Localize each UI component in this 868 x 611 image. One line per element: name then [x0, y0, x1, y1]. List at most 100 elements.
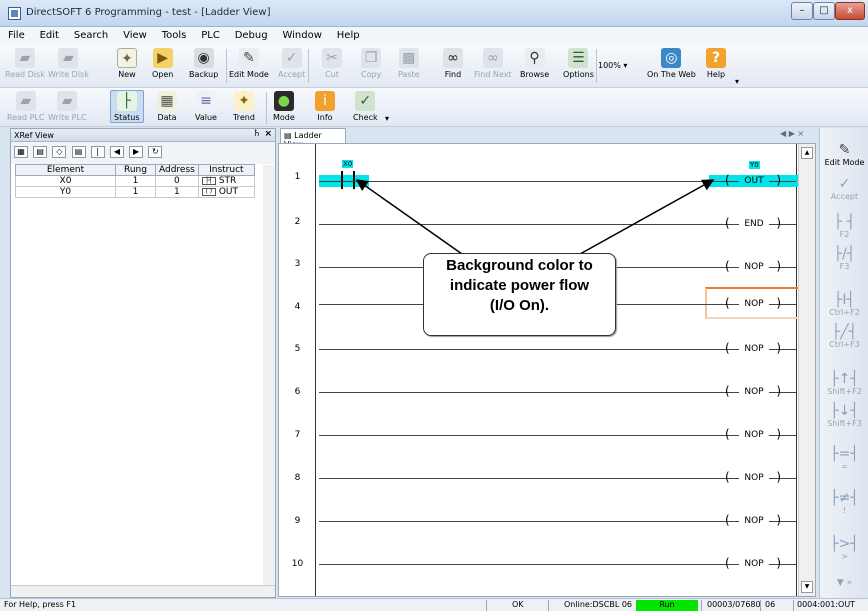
- ladder-vertical-scrollbar[interactable]: ▲ ▼: [798, 144, 815, 596]
- refresh-icon[interactable]: ↻: [148, 146, 163, 158]
- address-cell: 1: [155, 186, 199, 198]
- menu-window[interactable]: Window: [276, 27, 327, 41]
- mode-button[interactable]: ● Mode: [273, 91, 295, 122]
- check-button[interactable]: ✓ Check: [353, 91, 378, 122]
- paste-icon: ▩: [398, 48, 419, 68]
- backup-button[interactable]: ◉ Backup: [189, 48, 218, 79]
- menu-file[interactable]: File: [2, 27, 31, 41]
- maximize-button[interactable]: □: [813, 2, 835, 20]
- nc-contact-button[interactable]: ├/┤ F3: [820, 246, 868, 271]
- list-view-icon[interactable]: ▤: [33, 146, 48, 158]
- no-contact-icon: ├ ┤: [833, 214, 856, 230]
- column-header-instruction[interactable]: Instruct: [197, 164, 255, 176]
- edit-mode-button[interactable]: ✎ Edit Mode: [229, 48, 269, 79]
- scroll-down-icon[interactable]: ▼: [801, 581, 813, 593]
- column-header-rung[interactable]: Rung: [115, 164, 156, 176]
- ladder-editor[interactable]: X0 Y0 1 (OUT) 2 (END) 3 (NOP) 4 (NOP) 5 …: [278, 143, 816, 597]
- separator: [701, 600, 702, 611]
- magnifier-icon: ⚲: [524, 48, 545, 68]
- write-plc-button[interactable]: ▰ Write PLC: [48, 91, 87, 122]
- table-row[interactable]: X0 1 0 ├┤ STR: [15, 175, 255, 187]
- app-icon[interactable]: [8, 7, 21, 20]
- menu-search[interactable]: Search: [68, 27, 114, 41]
- output-coil[interactable]: (OUT): [725, 173, 781, 189]
- data-button[interactable]: ▦ Data: [157, 91, 177, 122]
- tab-ladder-view[interactable]: ▤ Ladder View: [280, 128, 346, 149]
- greater-compare-button[interactable]: ├>┤ >: [820, 536, 868, 561]
- nop-coil[interactable]: (NOP): [725, 427, 781, 443]
- first-icon[interactable]: |: [90, 146, 105, 158]
- nop-coil[interactable]: (NOP): [725, 296, 781, 312]
- read-disk-button[interactable]: ▰ Read Disk: [5, 48, 45, 79]
- nop-coil[interactable]: (NOP): [725, 470, 781, 486]
- traffic-light-icon: ●: [273, 91, 294, 111]
- column-header-element[interactable]: Element: [15, 164, 116, 176]
- open-button[interactable]: ▶ Open: [152, 48, 173, 79]
- menu-edit[interactable]: Edit: [34, 27, 65, 41]
- menu-tools[interactable]: Tools: [156, 27, 193, 41]
- menu-view[interactable]: View: [117, 27, 153, 41]
- menu-debug[interactable]: Debug: [229, 27, 274, 41]
- cut-button[interactable]: ✂ Cut: [322, 48, 342, 79]
- pin-icon[interactable]: ♄: [253, 129, 261, 139]
- close-button[interactable]: x: [835, 2, 865, 20]
- find-button[interactable]: ∞ Find: [443, 48, 463, 79]
- on-the-web-button[interactable]: ◎ On The Web: [647, 48, 696, 79]
- browse-button[interactable]: ⚲ Browse: [520, 48, 549, 79]
- column-header-address[interactable]: Address: [155, 164, 199, 176]
- rising-edge-button[interactable]: ├↑┤ Shift+F2: [820, 371, 868, 396]
- falling-edge-button[interactable]: ├↓┤ Shift+F3: [820, 403, 868, 428]
- nc-contact-icon: ├/┤: [833, 246, 856, 262]
- help-button[interactable]: ? Help: [706, 48, 726, 79]
- nop-coil[interactable]: (NOP): [725, 259, 781, 275]
- rung-number: 8: [294, 473, 301, 483]
- paste-button[interactable]: ▩ Paste: [398, 48, 420, 79]
- new-button[interactable]: ✦ New: [117, 48, 137, 79]
- next-icon[interactable]: ▶: [129, 146, 144, 158]
- toolbar-overflow-dropdown[interactable]: ▾: [735, 77, 739, 86]
- title-bar[interactable]: DirectSOFT 6 Programming - test - [Ladde…: [0, 0, 868, 27]
- find-next-button[interactable]: ∞ Find Next: [474, 48, 512, 79]
- scroll-up-icon[interactable]: ▲: [801, 147, 813, 159]
- read-plc-button[interactable]: ▰ Read PLC: [7, 91, 45, 122]
- previous-icon[interactable]: ◀: [109, 146, 124, 158]
- options-button[interactable]: ☰ Options: [563, 48, 594, 79]
- plc-toolbar-overflow-dropdown[interactable]: ▾: [385, 114, 389, 123]
- equal-compare-button[interactable]: ├=┤ =: [820, 446, 868, 471]
- write-disk-button[interactable]: ▰ Write Disk: [48, 48, 89, 79]
- grid-view-icon[interactable]: ▦: [14, 146, 28, 158]
- trend-button[interactable]: ✦ Trend: [233, 91, 255, 122]
- info-button[interactable]: i Info: [315, 91, 335, 122]
- check-icon: ✓: [355, 91, 376, 111]
- status-button[interactable]: ├ Status: [110, 90, 144, 123]
- close-icon[interactable]: ×: [264, 129, 272, 139]
- menu-plc[interactable]: PLC: [195, 27, 226, 41]
- nop-coil[interactable]: (NOP): [725, 556, 781, 572]
- accept-side-button[interactable]: ✓ Accept: [820, 176, 868, 201]
- instruction-toolbar: ✎ Edit Mode ✓ Accept ├ ┤ F2 ├/┤ F3 ├I┤ Ctrl+F…: [819, 128, 868, 598]
- rightbar-overflow-button[interactable]: ▼ »: [820, 578, 868, 588]
- copy-button[interactable]: ❐ Copy: [361, 48, 381, 79]
- nop-coil[interactable]: (NOP): [725, 384, 781, 400]
- menu-help[interactable]: Help: [331, 27, 366, 41]
- not-equal-compare-button[interactable]: ├≠┤!: [820, 490, 868, 515]
- nop-coil[interactable]: (NOP): [725, 513, 781, 529]
- immediate-contact-button[interactable]: ├I┤ Ctrl+F2: [820, 292, 868, 317]
- minimize-button[interactable]: –: [791, 2, 813, 20]
- edit-mode-icon: ✎: [238, 48, 259, 68]
- end-coil[interactable]: (END): [725, 216, 781, 232]
- tab-scroll-controls[interactable]: ◀ ▶ ×: [780, 129, 804, 138]
- filter-icon[interactable]: ◇: [52, 146, 67, 158]
- accept-button[interactable]: ✓ Accept: [278, 48, 305, 79]
- no-contact-button[interactable]: ├ ┤ F2: [820, 214, 868, 239]
- xref-horizontal-scrollbar[interactable]: [11, 585, 275, 597]
- edit-mode-side-button[interactable]: ✎ Edit Mode: [820, 142, 868, 167]
- zoom-dropdown[interactable]: 100%: [598, 61, 627, 70]
- value-button[interactable]: ≡ Value: [195, 91, 217, 122]
- table-row[interactable]: Y0 1 1 ( ) OUT: [15, 186, 255, 198]
- immediate-nc-contact-button[interactable]: ├╱┤ Ctrl+F3: [820, 324, 868, 349]
- normally-open-contact[interactable]: [341, 171, 355, 189]
- nop-coil[interactable]: (NOP): [725, 341, 781, 357]
- print-icon[interactable]: ▤: [71, 146, 86, 158]
- xref-vertical-scrollbar[interactable]: [263, 165, 275, 585]
